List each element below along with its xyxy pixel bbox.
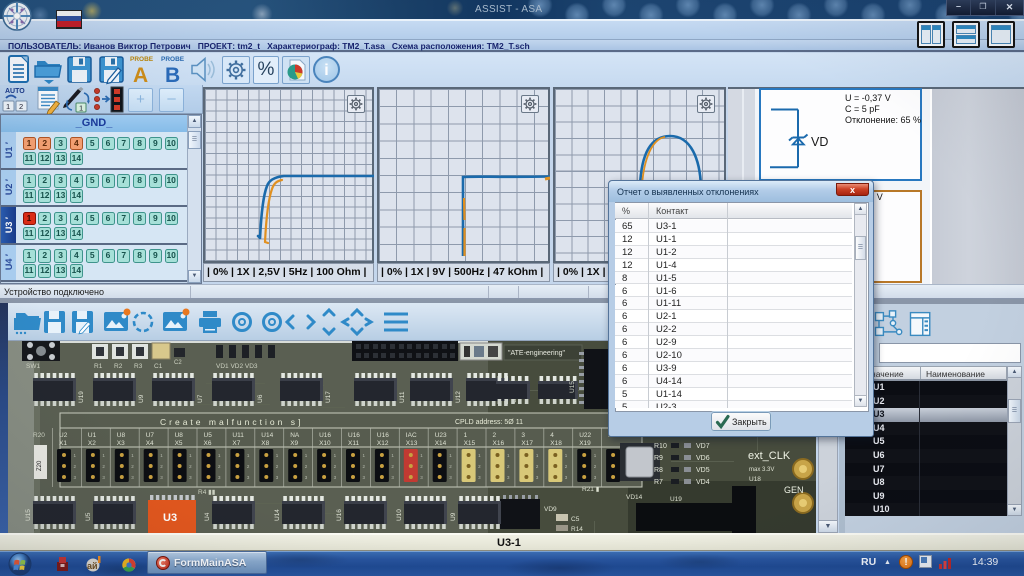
svg-text:1: 1	[6, 102, 10, 111]
svg-text:U19: U19	[670, 496, 682, 503]
svg-text:U17: U17	[325, 391, 332, 403]
svg-text:R4 ▮▮: R4 ▮▮	[198, 489, 216, 496]
svg-text:AUTO: AUTO	[5, 88, 25, 95]
svg-text:PROBE: PROBE	[130, 56, 154, 63]
svg-text:X1: X1	[59, 440, 67, 447]
svg-text:X19: X19	[579, 440, 591, 447]
svg-text:X7: X7	[232, 440, 240, 447]
svg-text:4: 4	[550, 432, 554, 439]
svg-text:U23: U23	[435, 432, 447, 439]
svg-text:IAC: IAC	[406, 432, 417, 439]
svg-text:X8: X8	[261, 440, 269, 447]
svg-text:U18: U18	[749, 476, 761, 483]
svg-text:X12: X12	[377, 440, 389, 447]
svg-text:VD7: VD7	[696, 443, 710, 450]
svg-text:U16: U16	[336, 509, 343, 521]
svg-text:U15: U15	[569, 381, 576, 393]
svg-text:R3: R3	[134, 363, 143, 370]
svg-text:X11: X11	[348, 440, 359, 447]
svg-text:U8: U8	[175, 432, 184, 439]
svg-text:PROBE: PROBE	[161, 56, 185, 63]
svg-text:R8: R8	[654, 467, 663, 474]
svg-text:R1: R1	[94, 363, 103, 370]
svg-text:Z20: Z20	[37, 460, 43, 471]
svg-text:CPLD address: 5Ø 11: CPLD address: 5Ø 11	[455, 419, 523, 426]
svg-text:ext_CLK: ext_CLK	[748, 450, 791, 462]
svg-text:2: 2	[493, 432, 497, 439]
svg-text:U7: U7	[197, 394, 204, 403]
svg-text:X10: X10	[319, 440, 331, 447]
svg-text:X4: X4	[146, 440, 154, 447]
svg-text:B: B	[165, 64, 180, 87]
svg-text:U2: U2	[59, 432, 68, 439]
svg-text:R14: R14	[571, 526, 583, 533]
svg-text:R21 ▮: R21 ▮	[582, 486, 600, 493]
svg-text:C = 5 pF: C = 5 pF	[845, 104, 880, 114]
svg-text:VD5: VD5	[696, 467, 710, 474]
svg-text:C2: C2	[174, 360, 182, 366]
svg-text:R20: R20	[33, 432, 45, 439]
svg-text:X2: X2	[88, 440, 96, 447]
svg-text:U12: U12	[455, 391, 462, 403]
svg-text:U1: U1	[88, 432, 97, 439]
svg-text:max 3.3V: max 3.3V	[749, 467, 774, 473]
svg-text:R2: R2	[114, 363, 123, 370]
svg-text:U5: U5	[204, 432, 213, 439]
svg-text:VD: VD	[811, 135, 828, 149]
svg-text:U8: U8	[117, 432, 126, 439]
svg-text:X5: X5	[175, 440, 183, 447]
svg-text:X16: X16	[493, 440, 505, 447]
svg-text:A: A	[133, 64, 148, 87]
svg-text:1: 1	[79, 104, 83, 113]
svg-text:VD6: VD6	[696, 455, 710, 462]
svg-text:U11: U11	[232, 432, 244, 439]
svg-text:X18: X18	[550, 440, 562, 447]
svg-text:VD1 VD2 VD3: VD1 VD2 VD3	[216, 363, 258, 370]
svg-text:U = -0,37 V: U = -0,37 V	[845, 93, 891, 103]
svg-text:2: 2	[19, 102, 23, 111]
svg-text:U16: U16	[377, 432, 389, 439]
svg-text:U19: U19	[78, 391, 85, 403]
svg-text:U11: U11	[399, 391, 406, 403]
svg-text:U15: U15	[25, 509, 32, 521]
svg-text:Отклонение: 65 %: Отклонение: 65 %	[845, 115, 921, 125]
svg-text:VD9: VD9	[544, 506, 557, 513]
svg-text:C1: C1	[154, 363, 163, 370]
svg-text:X14: X14	[435, 440, 447, 447]
svg-text:U16: U16	[348, 432, 360, 439]
svg-text:X13: X13	[406, 440, 418, 447]
svg-text:X9: X9	[290, 440, 298, 447]
svg-text:U3: U3	[163, 512, 177, 524]
svg-text:U6: U6	[257, 394, 264, 403]
svg-text:R9: R9	[654, 455, 663, 462]
svg-text:VD4: VD4	[696, 479, 710, 486]
svg-text:U9: U9	[450, 512, 457, 521]
svg-text:Create malfunction s]: Create malfunction s]	[160, 417, 303, 427]
svg-text:3: 3	[521, 432, 525, 439]
svg-text:U16: U16	[319, 432, 331, 439]
svg-text:R7: R7	[654, 479, 663, 486]
svg-text:X3: X3	[117, 440, 125, 447]
svg-text:X6: X6	[204, 440, 212, 447]
svg-text:NA: NA	[290, 432, 300, 439]
svg-text:1: 1	[464, 432, 468, 439]
svg-text:SW1: SW1	[26, 363, 40, 370]
svg-text:U14: U14	[274, 509, 281, 521]
svg-text:X17: X17	[521, 440, 533, 447]
svg-text:U14: U14	[261, 432, 273, 439]
svg-text:R10: R10	[654, 443, 667, 450]
svg-text:U4: U4	[204, 512, 211, 521]
svg-text:U9: U9	[138, 394, 145, 403]
svg-text:X15: X15	[464, 440, 476, 447]
svg-text:U10: U10	[396, 509, 403, 521]
svg-text:U5: U5	[85, 512, 92, 521]
svg-text:"ATE-engineering": "ATE-engineering"	[508, 350, 565, 357]
svg-text:U7: U7	[146, 432, 155, 439]
svg-text:C5: C5	[571, 516, 580, 523]
svg-text:GEN: GEN	[784, 485, 804, 495]
svg-text:U22: U22	[579, 432, 591, 439]
svg-text:ай: ай	[87, 561, 98, 571]
svg-text:VD14: VD14	[626, 494, 643, 501]
